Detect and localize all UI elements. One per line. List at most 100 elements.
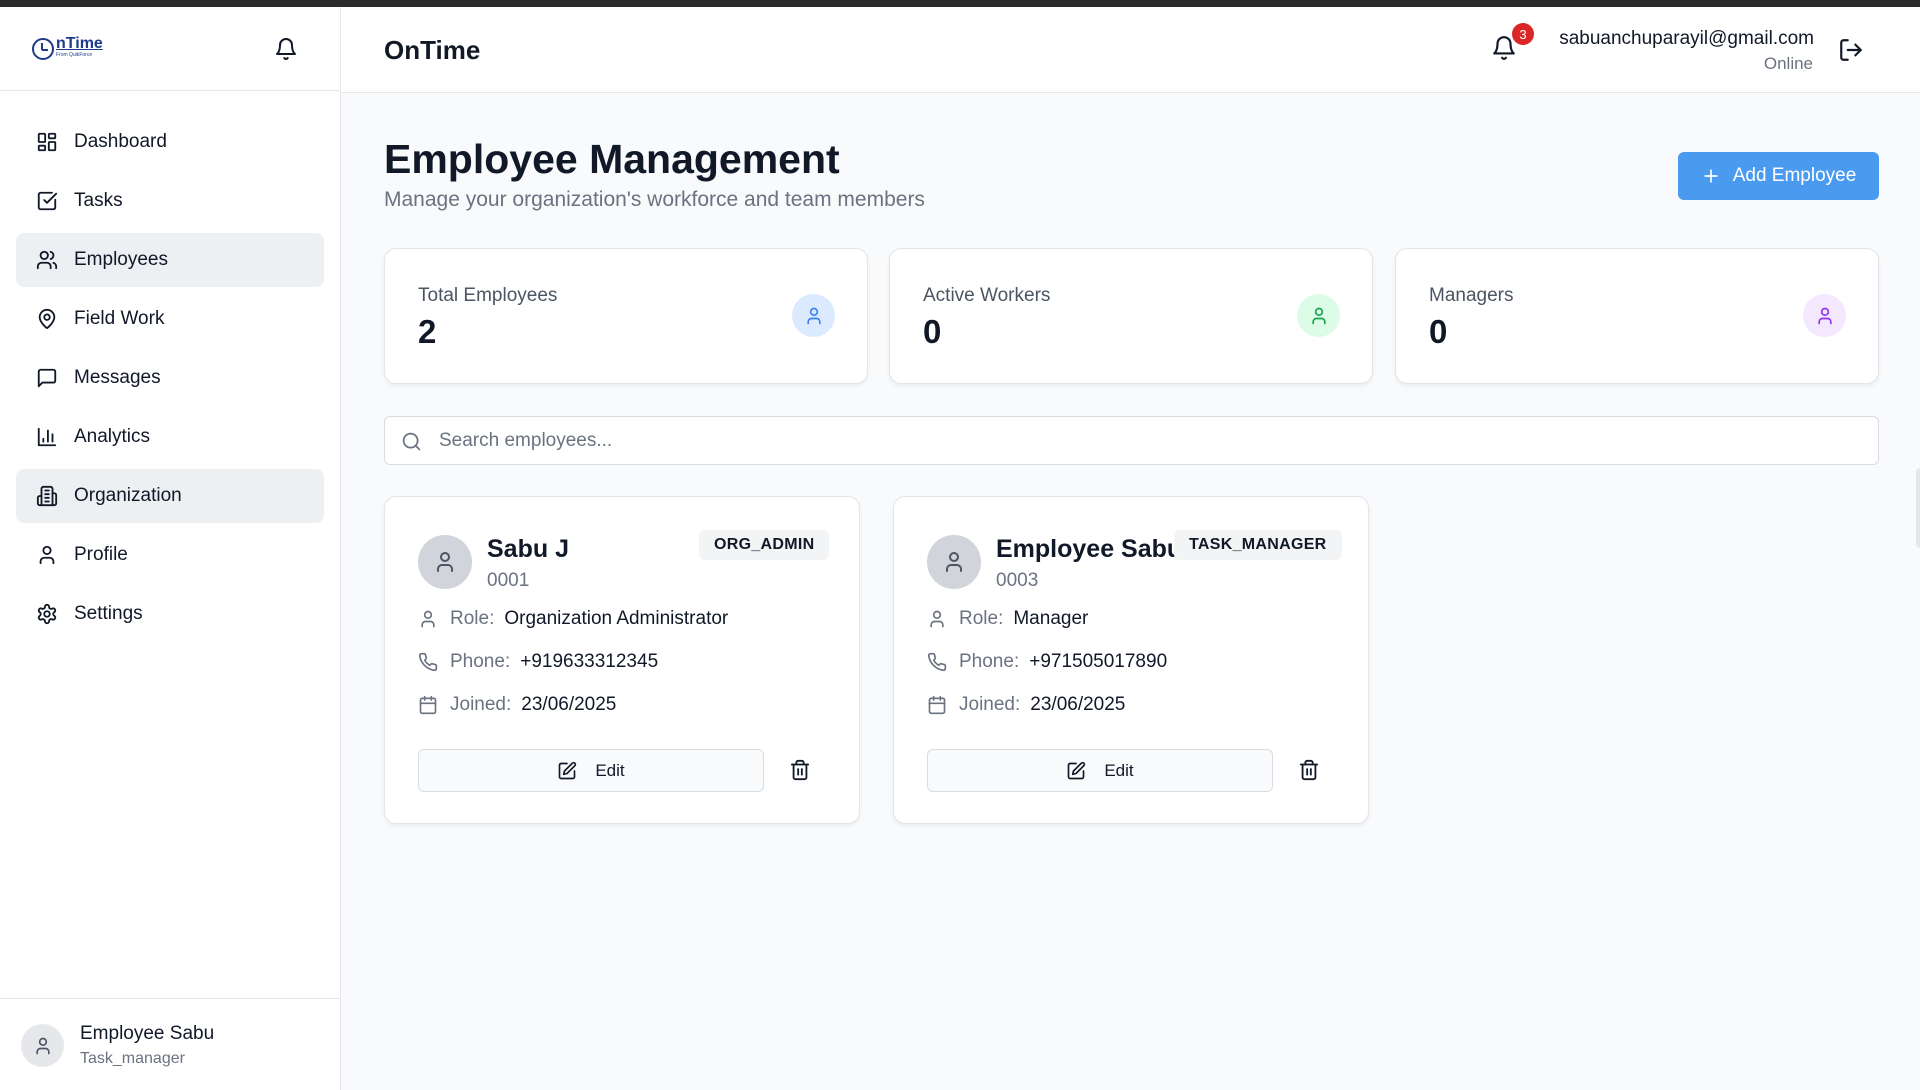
joined-row: Joined: 23/06/2025 — [927, 694, 1125, 716]
phone-value: +919633312345 — [520, 651, 659, 672]
sidebar-item-profile[interactable]: Profile — [16, 528, 324, 582]
user-role: Task_manager — [80, 1050, 185, 1067]
role-value: Organization Administrator — [504, 608, 729, 629]
tasks-icon — [37, 191, 58, 211]
phone-row: Phone: +971505017890 — [927, 651, 1167, 673]
sidebar-header: nTime From QuikForce — [0, 7, 340, 91]
role-row: Role: Organization Administrator — [418, 608, 728, 630]
phone-icon — [418, 652, 438, 672]
sidebar-item-label: Tasks — [74, 190, 123, 211]
sidebar-item-label: Employees — [74, 249, 168, 270]
stat-value: 0 — [1429, 313, 1448, 350]
phone-label: Phone: — [450, 651, 511, 672]
sidebar-item-label: Analytics — [74, 426, 151, 447]
calendar-icon — [419, 695, 437, 715]
bell-icon[interactable] — [274, 37, 298, 61]
calendar-icon — [928, 695, 946, 715]
app-title: OnTime — [384, 35, 481, 65]
role-badge: ORG_ADMIN — [699, 530, 830, 560]
sidebar-item-label: Profile — [74, 544, 128, 565]
sidebar-item-messages[interactable]: Messages — [16, 351, 324, 405]
edit-icon — [1068, 761, 1086, 779]
edit-icon — [559, 761, 577, 779]
joined-value: 23/06/2025 — [1030, 694, 1126, 715]
search-input[interactable] — [439, 417, 1859, 464]
sidebar-item-organization[interactable]: Organization — [16, 469, 324, 523]
sidebar-item-field-work[interactable]: Field Work — [16, 292, 324, 346]
phone-label: Phone: — [959, 651, 1020, 672]
employee-id: 0003 — [996, 570, 1039, 591]
bar-chart-icon — [37, 427, 57, 447]
sidebar-item-label: Dashboard — [74, 131, 167, 152]
sidebar-user-profile[interactable]: Employee Sabu Task_manager — [0, 998, 340, 1090]
sidebar-item-settings[interactable]: Settings — [16, 587, 324, 641]
sidebar-item-label: Messages — [74, 367, 161, 388]
search-icon — [402, 432, 421, 451]
edit-button[interactable]: Edit — [927, 749, 1273, 792]
edit-label: Edit — [595, 760, 625, 780]
add-employee-label: Add Employee — [1732, 165, 1857, 186]
plus-icon — [1704, 169, 1718, 183]
user-icon — [946, 552, 962, 572]
trash-icon[interactable] — [1298, 759, 1320, 781]
role-badge: TASK_MANAGER — [1174, 530, 1342, 560]
user-icon — [421, 610, 435, 628]
sidebar-item-label: Settings — [74, 603, 143, 624]
joined-label: Joined: — [959, 694, 1021, 715]
side-panel-handle[interactable] — [1916, 468, 1920, 548]
sidebar-item-dashboard[interactable]: Dashboard — [16, 115, 324, 169]
role-label: Role: — [959, 608, 1004, 629]
role-row: Role: Manager — [927, 608, 1088, 630]
user-name: Employee Sabu — [80, 1023, 215, 1044]
user-icon — [1803, 294, 1846, 337]
joined-value: 23/06/2025 — [521, 694, 617, 715]
employee-card: Sabu J 0001 ORG_ADMIN Role: Organization… — [384, 496, 860, 824]
sidebar-item-analytics[interactable]: Analytics — [16, 410, 324, 464]
avatar — [21, 1024, 64, 1067]
employee-id: 0001 — [487, 570, 530, 591]
role-label: Role: — [450, 608, 495, 629]
role-value: Manager — [1013, 608, 1089, 629]
top-header: OnTime 3 sabuanchuparayil@gmail.com Onli… — [341, 7, 1920, 93]
user-status: Online — [1763, 54, 1813, 73]
phone-row: Phone: +919633312345 — [418, 651, 658, 673]
sidebar-nav: Dashboard Tasks Employees Field Work Mes… — [0, 91, 340, 641]
sidebar-item-tasks[interactable]: Tasks — [16, 174, 324, 228]
user-email: sabuanchuparayil@gmail.com — [1559, 28, 1814, 49]
user-icon — [39, 545, 55, 565]
gear-icon — [37, 603, 57, 625]
users-icon — [36, 250, 58, 270]
user-icon — [930, 610, 944, 628]
page-subtitle: Manage your organization's workforce and… — [384, 188, 925, 211]
stat-label: Managers — [1429, 285, 1514, 306]
user-icon — [1297, 294, 1340, 337]
sidebar: nTime From QuikForce Dashboard Tasks Emp… — [0, 7, 341, 1090]
stat-value: 0 — [923, 313, 942, 350]
trash-icon[interactable] — [789, 759, 811, 781]
notification-badge: 3 — [1512, 23, 1534, 45]
avatar — [927, 535, 981, 589]
stat-card-active-workers: Active Workers 0 — [889, 248, 1373, 384]
stat-value: 2 — [418, 313, 437, 350]
app-logo[interactable]: nTime From QuikForce — [32, 36, 103, 60]
employee-name: Employee Sabu — [996, 535, 1183, 563]
phone-icon — [927, 652, 947, 672]
user-icon — [437, 552, 453, 572]
joined-label: Joined: — [450, 694, 512, 715]
dashboard-icon — [37, 132, 57, 152]
logout-icon[interactable] — [1838, 37, 1864, 63]
building-icon — [36, 485, 58, 507]
message-icon — [37, 368, 57, 388]
edit-button[interactable]: Edit — [418, 749, 764, 792]
page-title: Employee Management — [384, 136, 840, 182]
window-top-bar — [0, 0, 1920, 7]
edit-label: Edit — [1104, 760, 1134, 780]
stat-card-total-employees: Total Employees 2 — [384, 248, 868, 384]
joined-row: Joined: 23/06/2025 — [418, 694, 616, 716]
search-bar — [384, 416, 1879, 465]
map-pin-icon — [38, 308, 56, 330]
user-icon — [792, 294, 835, 337]
logo-text: nTime — [56, 35, 103, 52]
add-employee-button[interactable]: Add Employee — [1678, 152, 1879, 200]
sidebar-item-employees[interactable]: Employees — [16, 233, 324, 287]
